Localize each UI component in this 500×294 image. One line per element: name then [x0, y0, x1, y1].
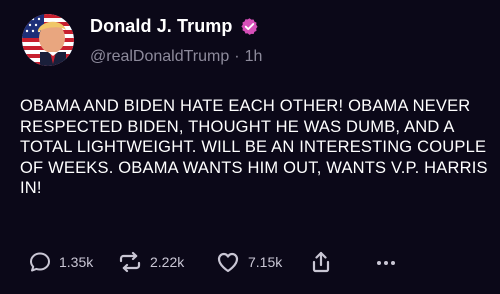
share-icon — [310, 250, 332, 274]
more-options-button[interactable] — [375, 249, 397, 275]
avatar[interactable] — [22, 14, 74, 66]
like-button[interactable]: 7.15k — [215, 249, 282, 275]
reply-button[interactable]: 1.35k — [28, 249, 93, 275]
author-handle[interactable]: @realDonaldTrump — [90, 48, 229, 66]
repost-icon — [117, 250, 143, 274]
post-body-text: OBAMA AND BIDEN HATE EACH OTHER! OBAMA N… — [20, 97, 488, 197]
author-name-row: Donald J. Trump — [90, 16, 259, 37]
more-icon — [375, 250, 397, 274]
repost-count: 2.22k — [150, 254, 185, 270]
author-display-name[interactable]: Donald J. Trump — [90, 16, 233, 37]
post-action-bar: 1.35k 2.22k 7.15k — [22, 249, 492, 275]
heart-icon — [215, 250, 241, 274]
meta-separator: · — [234, 48, 240, 65]
post-timestamp[interactable]: 1h — [245, 48, 263, 66]
share-button[interactable] — [310, 249, 332, 275]
reply-icon — [28, 250, 52, 274]
like-count: 7.15k — [248, 254, 283, 270]
post-meta: @realDonaldTrump · 1h — [90, 48, 262, 66]
avatar-image — [22, 14, 74, 66]
reply-count: 1.35k — [59, 254, 94, 270]
verified-badge-icon — [240, 17, 259, 36]
repost-button[interactable]: 2.22k — [117, 249, 184, 275]
